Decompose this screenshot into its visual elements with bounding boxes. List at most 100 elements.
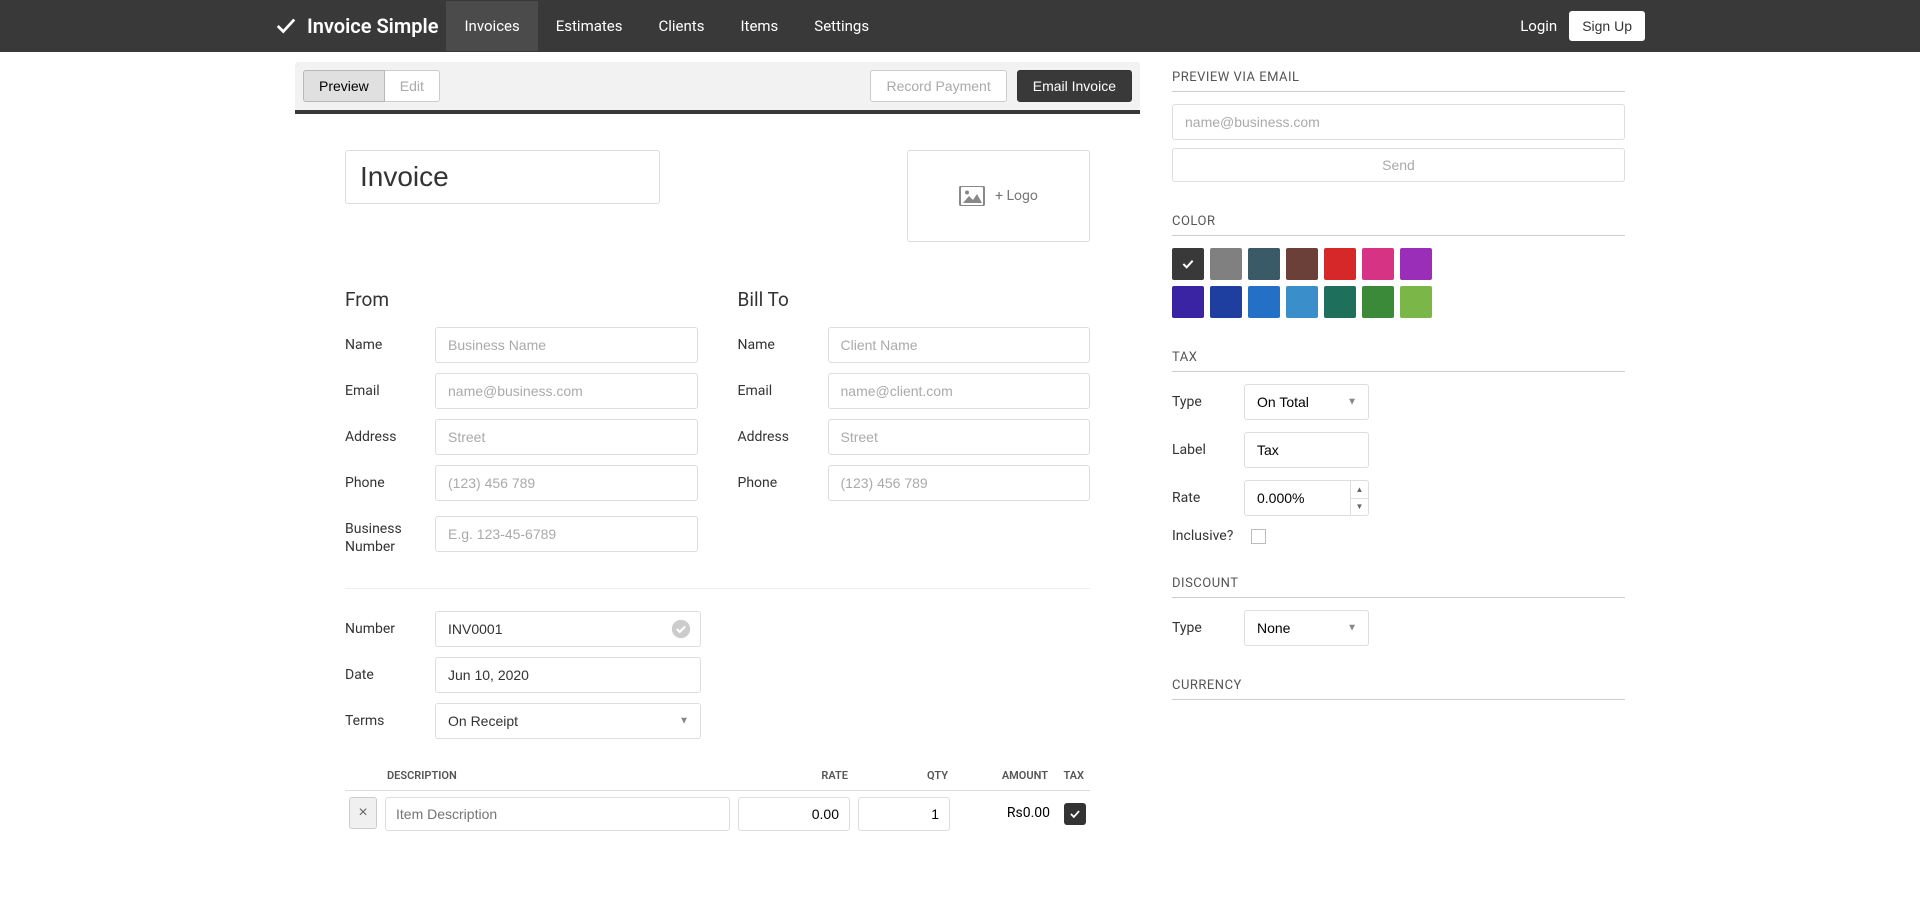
billto-name-input[interactable] bbox=[828, 327, 1091, 363]
action-bar: Preview Edit Record Payment Email Invoic… bbox=[295, 62, 1140, 110]
brand[interactable]: Invoice Simple bbox=[275, 14, 438, 38]
color-swatch[interactable] bbox=[1324, 248, 1356, 280]
from-email-input[interactable] bbox=[435, 373, 698, 409]
tax-inclusive-label: Inclusive? bbox=[1172, 528, 1233, 544]
item-qty-input[interactable] bbox=[858, 797, 950, 831]
login-link[interactable]: Login bbox=[1520, 17, 1557, 35]
tax-rate-label: Rate bbox=[1172, 490, 1244, 506]
color-swatch[interactable] bbox=[1172, 248, 1204, 280]
date-input[interactable] bbox=[435, 657, 701, 693]
edit-tab[interactable]: Edit bbox=[385, 70, 440, 102]
from-name-label: Name bbox=[345, 337, 435, 353]
record-payment-button[interactable]: Record Payment bbox=[870, 70, 1006, 102]
discount-heading: DISCOUNT bbox=[1172, 576, 1625, 598]
from-phone-input[interactable] bbox=[435, 465, 698, 501]
color-swatch[interactable] bbox=[1400, 286, 1432, 318]
nav-estimates[interactable]: Estimates bbox=[538, 1, 641, 51]
brand-label: Invoice Simple bbox=[307, 14, 438, 38]
billto-address-input[interactable] bbox=[828, 419, 1091, 455]
tax-heading: TAX bbox=[1172, 350, 1625, 372]
col-description: DESCRIPTION bbox=[381, 761, 734, 791]
image-icon bbox=[959, 186, 985, 206]
remove-item-button[interactable]: × bbox=[349, 797, 377, 829]
billto-phone-label: Phone bbox=[738, 475, 828, 491]
preview-email-input[interactable] bbox=[1172, 104, 1625, 140]
discount-type-label: Type bbox=[1172, 620, 1244, 636]
item-description-input[interactable] bbox=[385, 797, 730, 831]
from-address-label: Address bbox=[345, 429, 435, 445]
divider bbox=[345, 588, 1090, 589]
tax-label-label: Label bbox=[1172, 442, 1244, 458]
number-label: Number bbox=[345, 621, 435, 637]
logo-upload-label: + Logo bbox=[995, 188, 1038, 204]
item-tax-checkbox[interactable] bbox=[1064, 803, 1086, 825]
item-row: × Rs0.00 bbox=[345, 791, 1090, 838]
color-swatch[interactable] bbox=[1286, 286, 1318, 318]
nav-items[interactable]: Items bbox=[722, 1, 796, 51]
discount-type-select[interactable] bbox=[1244, 610, 1369, 646]
from-bn-label: Business Number bbox=[345, 511, 435, 556]
nav-clients[interactable]: Clients bbox=[641, 1, 723, 51]
email-invoice-button[interactable]: Email Invoice bbox=[1017, 70, 1132, 102]
tax-type-select[interactable] bbox=[1244, 384, 1369, 420]
billto-address-label: Address bbox=[738, 429, 828, 445]
billto-email-input[interactable] bbox=[828, 373, 1091, 409]
preview-tab[interactable]: Preview bbox=[303, 70, 385, 102]
color-swatch[interactable] bbox=[1210, 248, 1242, 280]
invoice-document: + Logo From Name Email Address bbox=[295, 110, 1140, 837]
bill-to-heading: Bill To bbox=[738, 288, 1091, 311]
color-grid bbox=[1172, 248, 1625, 318]
billto-phone-input[interactable] bbox=[828, 465, 1091, 501]
color-swatch[interactable] bbox=[1324, 286, 1356, 318]
from-address-input[interactable] bbox=[435, 419, 698, 455]
terms-select[interactable] bbox=[435, 703, 701, 739]
check-icon bbox=[1068, 807, 1082, 821]
color-swatch[interactable] bbox=[1286, 248, 1318, 280]
tax-label-input[interactable] bbox=[1244, 432, 1369, 468]
terms-label: Terms bbox=[345, 713, 435, 729]
tax-type-label: Type bbox=[1172, 394, 1244, 410]
item-amount: Rs0.00 bbox=[954, 791, 1054, 838]
check-circle-icon bbox=[671, 619, 691, 639]
number-input[interactable] bbox=[435, 611, 701, 647]
from-email-label: Email bbox=[345, 383, 435, 399]
color-swatch[interactable] bbox=[1248, 286, 1280, 318]
bill-to-section: Bill To Name Email Address Phone bbox=[738, 288, 1091, 566]
col-tax: TAX bbox=[1054, 761, 1090, 791]
nav-settings[interactable]: Settings bbox=[796, 1, 887, 51]
sidebar: PREVIEW VIA EMAIL Send COLOR bbox=[1172, 52, 1625, 712]
color-swatch[interactable] bbox=[1362, 248, 1394, 280]
signup-button[interactable]: Sign Up bbox=[1569, 11, 1645, 41]
color-swatch[interactable] bbox=[1400, 248, 1432, 280]
from-section: From Name Email Address Phone bbox=[345, 288, 698, 566]
from-name-input[interactable] bbox=[435, 327, 698, 363]
currency-heading: CURRENCY bbox=[1172, 678, 1625, 700]
check-icon bbox=[1180, 256, 1196, 272]
tax-inclusive-checkbox[interactable] bbox=[1251, 529, 1266, 544]
billto-email-label: Email bbox=[738, 383, 828, 399]
color-swatch[interactable] bbox=[1362, 286, 1394, 318]
from-bn-input[interactable] bbox=[435, 516, 698, 552]
col-amount: AMOUNT bbox=[954, 761, 1054, 791]
items-table: DESCRIPTION RATE QTY AMOUNT TAX × Rs0.00 bbox=[345, 761, 1090, 837]
logo-upload-box[interactable]: + Logo bbox=[907, 150, 1090, 242]
spinner-down[interactable]: ▼ bbox=[1350, 499, 1368, 516]
spinner-up[interactable]: ▲ bbox=[1350, 481, 1368, 499]
send-button[interactable]: Send bbox=[1172, 148, 1625, 182]
col-qty: QTY bbox=[854, 761, 954, 791]
color-swatch[interactable] bbox=[1248, 248, 1280, 280]
item-rate-input[interactable] bbox=[738, 797, 850, 831]
col-rate: RATE bbox=[734, 761, 854, 791]
color-swatch[interactable] bbox=[1172, 286, 1204, 318]
from-phone-label: Phone bbox=[345, 475, 435, 491]
color-heading: COLOR bbox=[1172, 214, 1625, 236]
document-title-input[interactable] bbox=[345, 150, 660, 204]
billto-name-label: Name bbox=[738, 337, 828, 353]
color-swatch[interactable] bbox=[1210, 286, 1242, 318]
navbar: Invoice Simple Invoices Estimates Client… bbox=[0, 0, 1920, 52]
from-heading: From bbox=[345, 288, 698, 311]
preview-email-heading: PREVIEW VIA EMAIL bbox=[1172, 70, 1625, 92]
checkmark-icon bbox=[275, 15, 297, 37]
nav-invoices[interactable]: Invoices bbox=[446, 1, 537, 51]
date-label: Date bbox=[345, 667, 435, 683]
